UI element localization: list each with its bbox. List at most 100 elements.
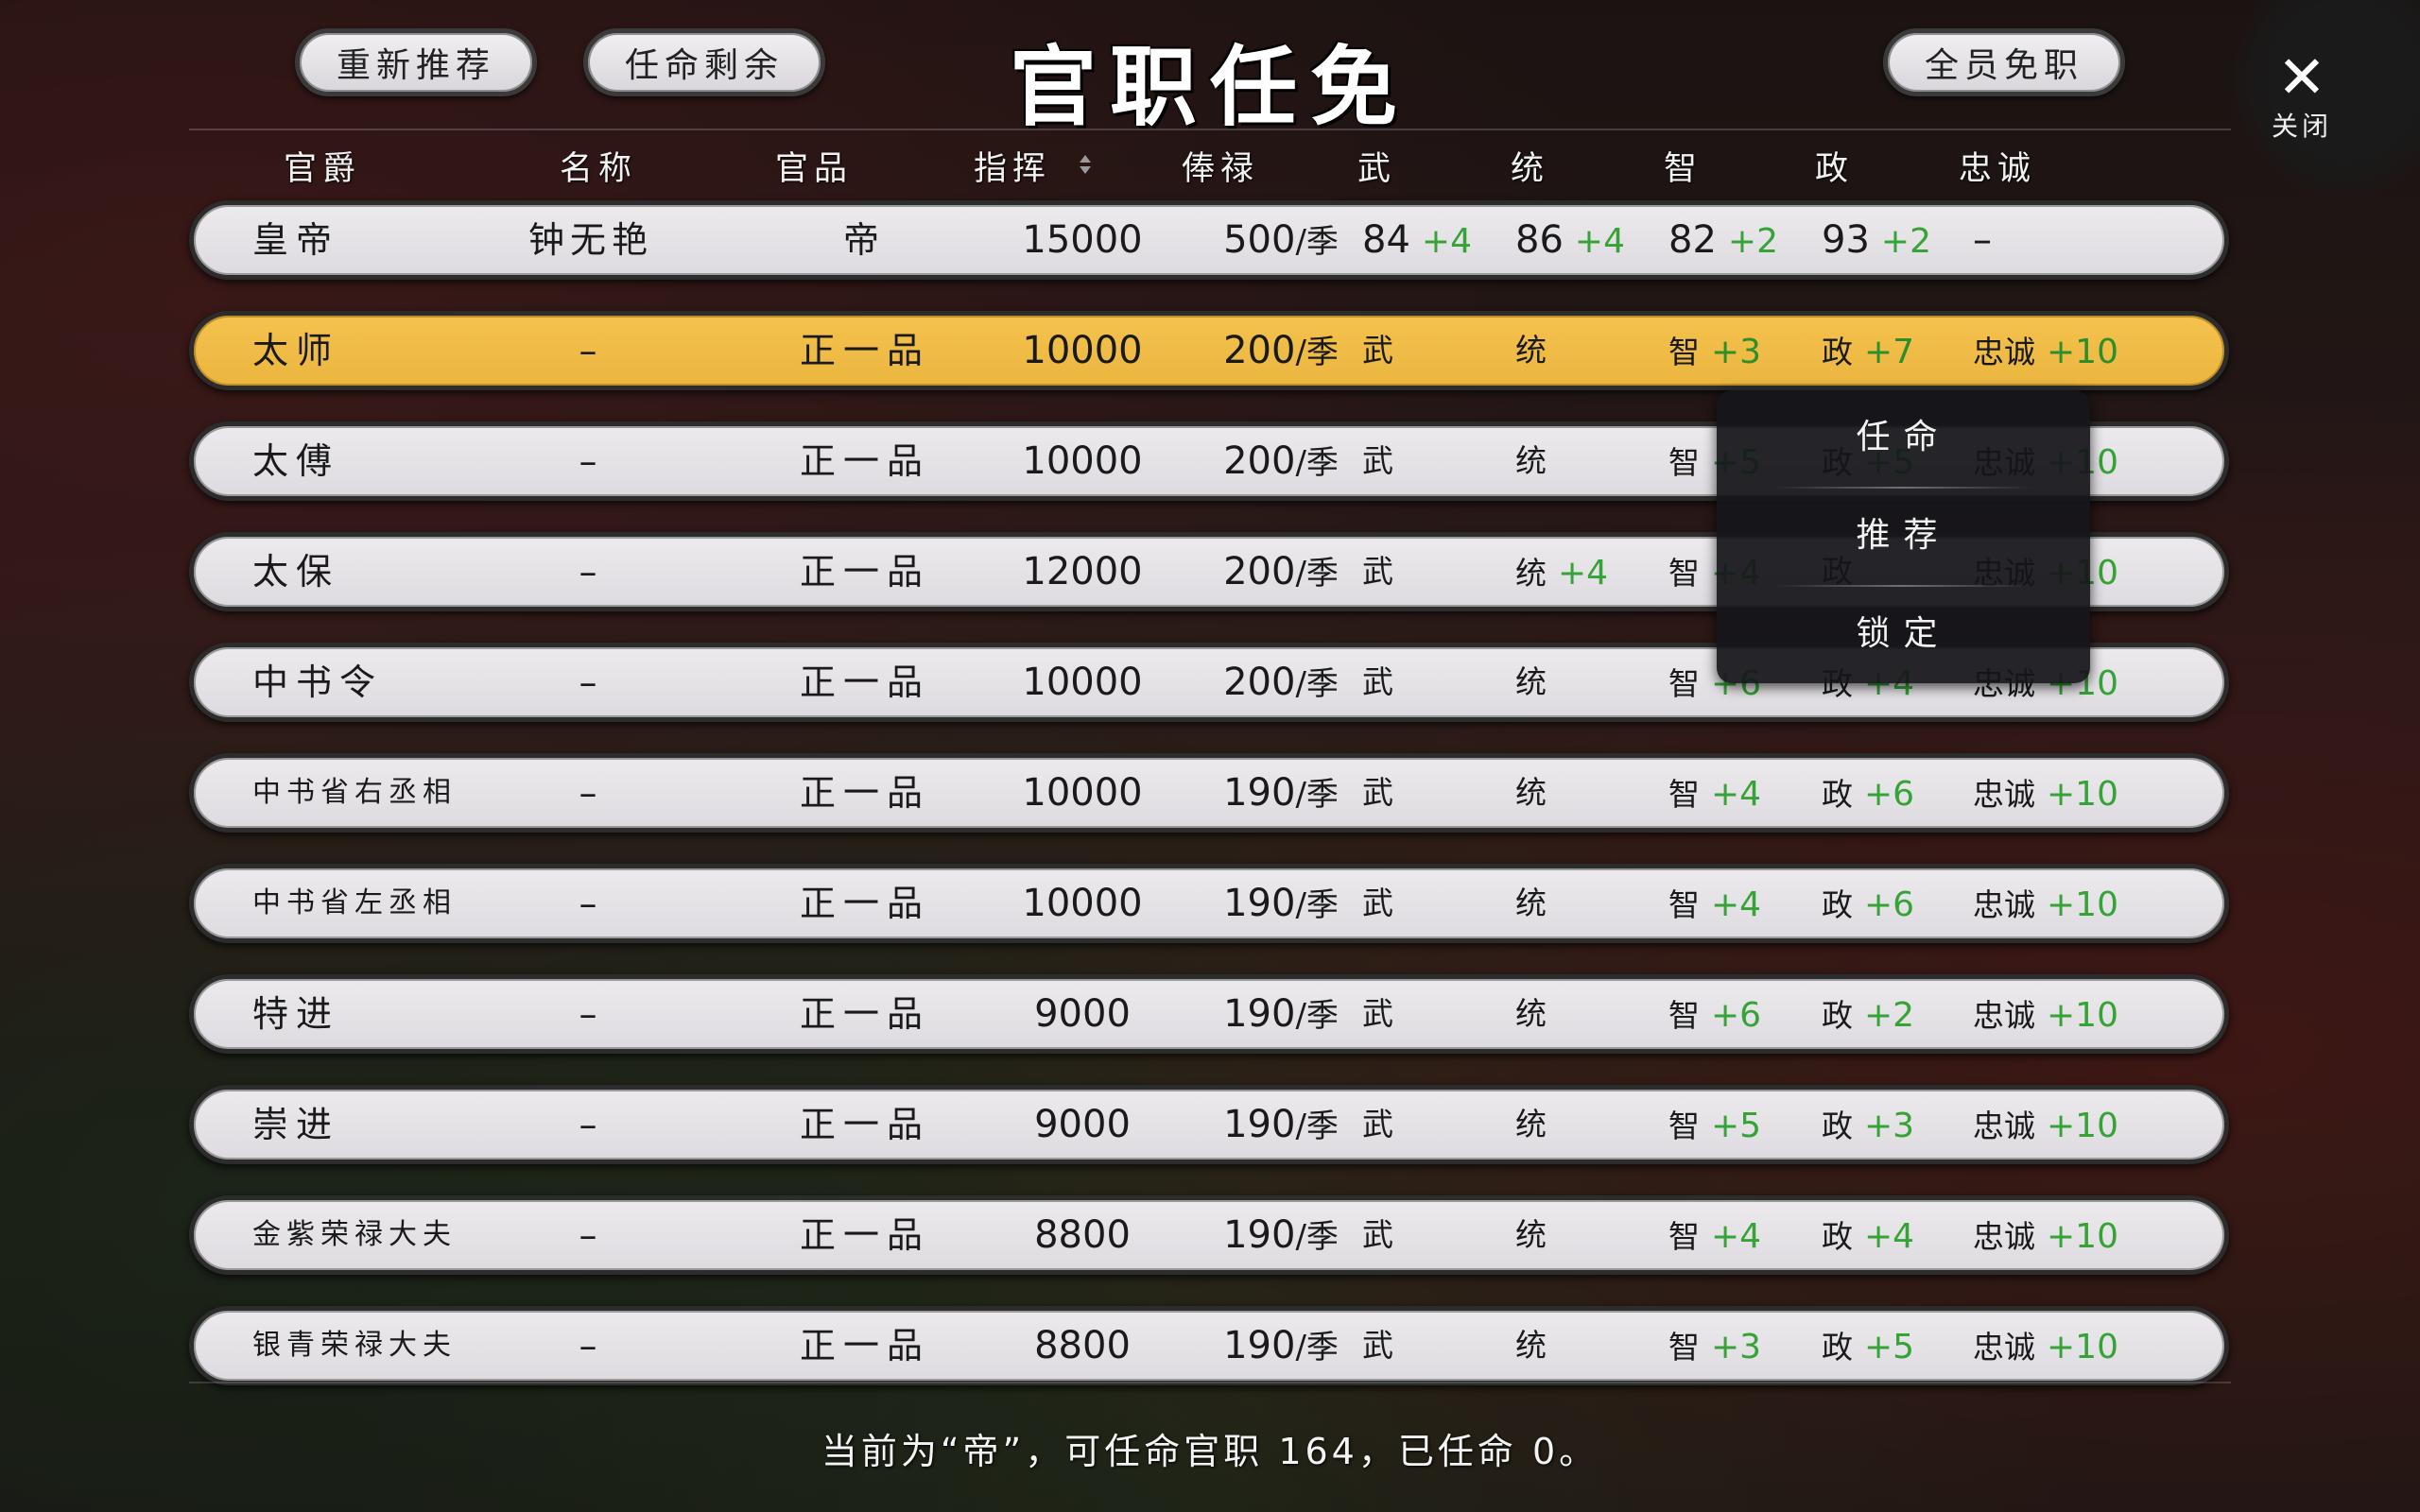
stat-loyalty: 忠诚 +10	[1973, 868, 2118, 938]
stat-tong: 统	[1515, 1216, 1547, 1253]
stat-zhi-bonus: +4	[1711, 1217, 1762, 1256]
table-row[interactable]: 银青荣禄大夫 – 正一品 8800 190/季 武 统 智 +3 政 +5 忠诚 +1…	[189, 1306, 2229, 1385]
stat-loyalty-bonus: +10	[2047, 1217, 2118, 1256]
appoint-remaining-button[interactable]: 任命剩余	[583, 28, 825, 96]
salary-amount: 190	[1223, 1213, 1296, 1257]
column-header-zheng: 政	[1815, 150, 1855, 188]
stat-wu: 武	[1362, 1327, 1393, 1364]
stat-tong: 86 +4	[1515, 205, 1625, 275]
stat-zhi-label: 智	[1668, 1329, 1700, 1366]
stat-tong: 统 +4	[1515, 537, 1608, 607]
stat-zheng-bonus: +7	[1864, 333, 1915, 371]
sort-icon[interactable]	[1078, 151, 1093, 178]
salary-amount: 200	[1223, 661, 1296, 704]
column-header-wu: 武	[1357, 150, 1397, 188]
stat-zheng-label: 政	[1822, 997, 1853, 1034]
close-label[interactable]: 关闭	[2261, 106, 2342, 144]
stat-zhi-bonus: +4	[1711, 885, 1762, 924]
stat-zheng: 政 +6	[1822, 758, 1914, 828]
stat-loyalty-label: 忠诚	[1973, 776, 2035, 813]
stat-loyalty-value: –	[1973, 218, 1992, 262]
rank-title: 太保	[252, 551, 340, 593]
stat-tong: 统	[1515, 1106, 1547, 1143]
salary-amount: 190	[1223, 1324, 1296, 1367]
salary-unit: /季	[1295, 555, 1339, 593]
stat-zhi-label: 智	[1668, 444, 1700, 481]
stat-tong-value: 86	[1515, 218, 1564, 262]
table-row[interactable]: 崇进 – 正一品 9000 190/季 武 统 智 +5 政 +3 忠诚 +10	[189, 1085, 2229, 1164]
stat-zhi: 智 +4	[1668, 758, 1761, 828]
page-title: 官职任免	[1009, 36, 1410, 138]
official-name: –	[579, 330, 603, 371]
salary-unit: /季	[1295, 886, 1339, 924]
stat-zhi-label: 智	[1668, 886, 1700, 923]
close-icon[interactable]: ✕	[2273, 48, 2330, 107]
stat-wu: 武	[1362, 332, 1393, 369]
salary-unit: /季	[1295, 997, 1339, 1035]
stat-zhi-bonus: +4	[1711, 775, 1762, 814]
stat-wu-value: 84	[1362, 218, 1410, 262]
table-row[interactable]: 中书省左丞相 – 正一品 10000 190/季 武 统 智 +4 政 +6 忠诚 +…	[189, 864, 2229, 943]
salary-unit: /季	[1295, 776, 1339, 814]
stat-loyalty: 忠诚 +10	[1973, 316, 2118, 386]
table-row[interactable]: 金紫荣禄大夫 – 正一品 8800 190/季 武 统 智 +4 政 +4 忠诚 +1…	[189, 1195, 2229, 1275]
column-header-tong: 统	[1511, 150, 1550, 188]
column-header-grade: 官品	[775, 150, 854, 188]
stat-tong: 统	[1515, 995, 1547, 1032]
stat-loyalty-bonus: +10	[2047, 996, 2118, 1035]
column-header-command[interactable]: 指挥	[974, 142, 1051, 190]
stat-zheng-label: 政	[1822, 1108, 1853, 1144]
salary-amount: 200	[1223, 329, 1296, 372]
column-header-rank: 官爵	[284, 150, 362, 188]
stat-tong-label: 统	[1515, 555, 1547, 592]
rank-title: 中书省左丞相	[252, 886, 457, 919]
stat-tong: 统	[1515, 774, 1547, 811]
stat-wu-bonus: +4	[1421, 222, 1472, 261]
stat-zheng-bonus: +6	[1864, 885, 1915, 924]
stat-zhi-label: 智	[1668, 665, 1700, 702]
column-header-loyalty: 忠诚	[1959, 150, 2037, 188]
official-name: –	[579, 440, 603, 482]
stat-loyalty-bonus: +10	[2047, 333, 2118, 371]
stat-zhi-bonus: +6	[1711, 996, 1762, 1035]
rank-title: 崇进	[252, 1104, 340, 1145]
table-row-selected[interactable]: 太师 – 正一品 10000 200/季 武 统 智 +3 政 +7 忠诚 +10	[189, 311, 2229, 390]
stat-wu: 武	[1362, 442, 1393, 479]
official-name: –	[579, 1325, 603, 1366]
stat-loyalty: –	[1973, 205, 1992, 275]
table-row[interactable]: 中书省右丞相 – 正一品 10000 190/季 武 统 智 +4 政 +6 忠诚 +…	[189, 753, 2229, 833]
stat-zheng-bonus: +4	[1864, 1217, 1915, 1256]
salary-amount: 190	[1223, 1103, 1296, 1146]
salary-unit: /季	[1295, 444, 1339, 482]
official-name: –	[579, 883, 603, 924]
stat-loyalty: 忠诚 +10	[1973, 758, 2118, 828]
re-recommend-button[interactable]: 重新推荐	[295, 28, 537, 96]
stat-zheng: 政 +2	[1822, 979, 1914, 1049]
rank-title: 银青荣禄大夫	[252, 1329, 457, 1362]
stat-zhi-bonus: +5	[1711, 1107, 1762, 1145]
context-menu: 任命 推荐 锁定	[1717, 390, 2090, 683]
stat-zheng-bonus: +2	[1880, 222, 1931, 261]
dismiss-all-button[interactable]: 全员免职	[1883, 28, 2125, 96]
menu-item-appoint[interactable]: 任命	[1717, 390, 2090, 485]
stat-tong-bonus: +4	[1574, 222, 1625, 261]
table-row[interactable]: 特进 – 正一品 9000 190/季 武 统 智 +6 政 +2 忠诚 +10	[189, 974, 2229, 1054]
rank-title: 中书省右丞相	[252, 776, 457, 809]
stat-wu: 武	[1362, 885, 1393, 921]
menu-item-recommend[interactable]: 推荐	[1717, 489, 2090, 583]
stat-zheng-bonus: +3	[1864, 1107, 1915, 1145]
stat-zheng-label: 政	[1822, 776, 1853, 813]
salary-amount: 200	[1223, 550, 1296, 593]
official-name: –	[579, 662, 603, 703]
salary-unit: /季	[1295, 334, 1339, 371]
rank-title: 中书令	[252, 662, 384, 703]
stat-wu: 武	[1362, 1216, 1393, 1253]
salary-amount: 200	[1223, 439, 1296, 483]
column-header-salary: 俸禄	[1182, 150, 1260, 188]
stat-zheng-bonus: +2	[1864, 996, 1915, 1035]
stat-zheng-value: 93	[1822, 218, 1870, 262]
menu-item-lock[interactable]: 锁定	[1717, 587, 2090, 681]
status-text: 当前为“帝”，可任命官职 164，已任命 0。	[821, 1431, 1599, 1472]
table-row-emperor[interactable]: 皇帝 钟无艳 帝 15000 500/季 84 +4 86 +4 82 +2 93 +2…	[189, 200, 2229, 280]
stat-zhi-label: 智	[1668, 1218, 1700, 1255]
